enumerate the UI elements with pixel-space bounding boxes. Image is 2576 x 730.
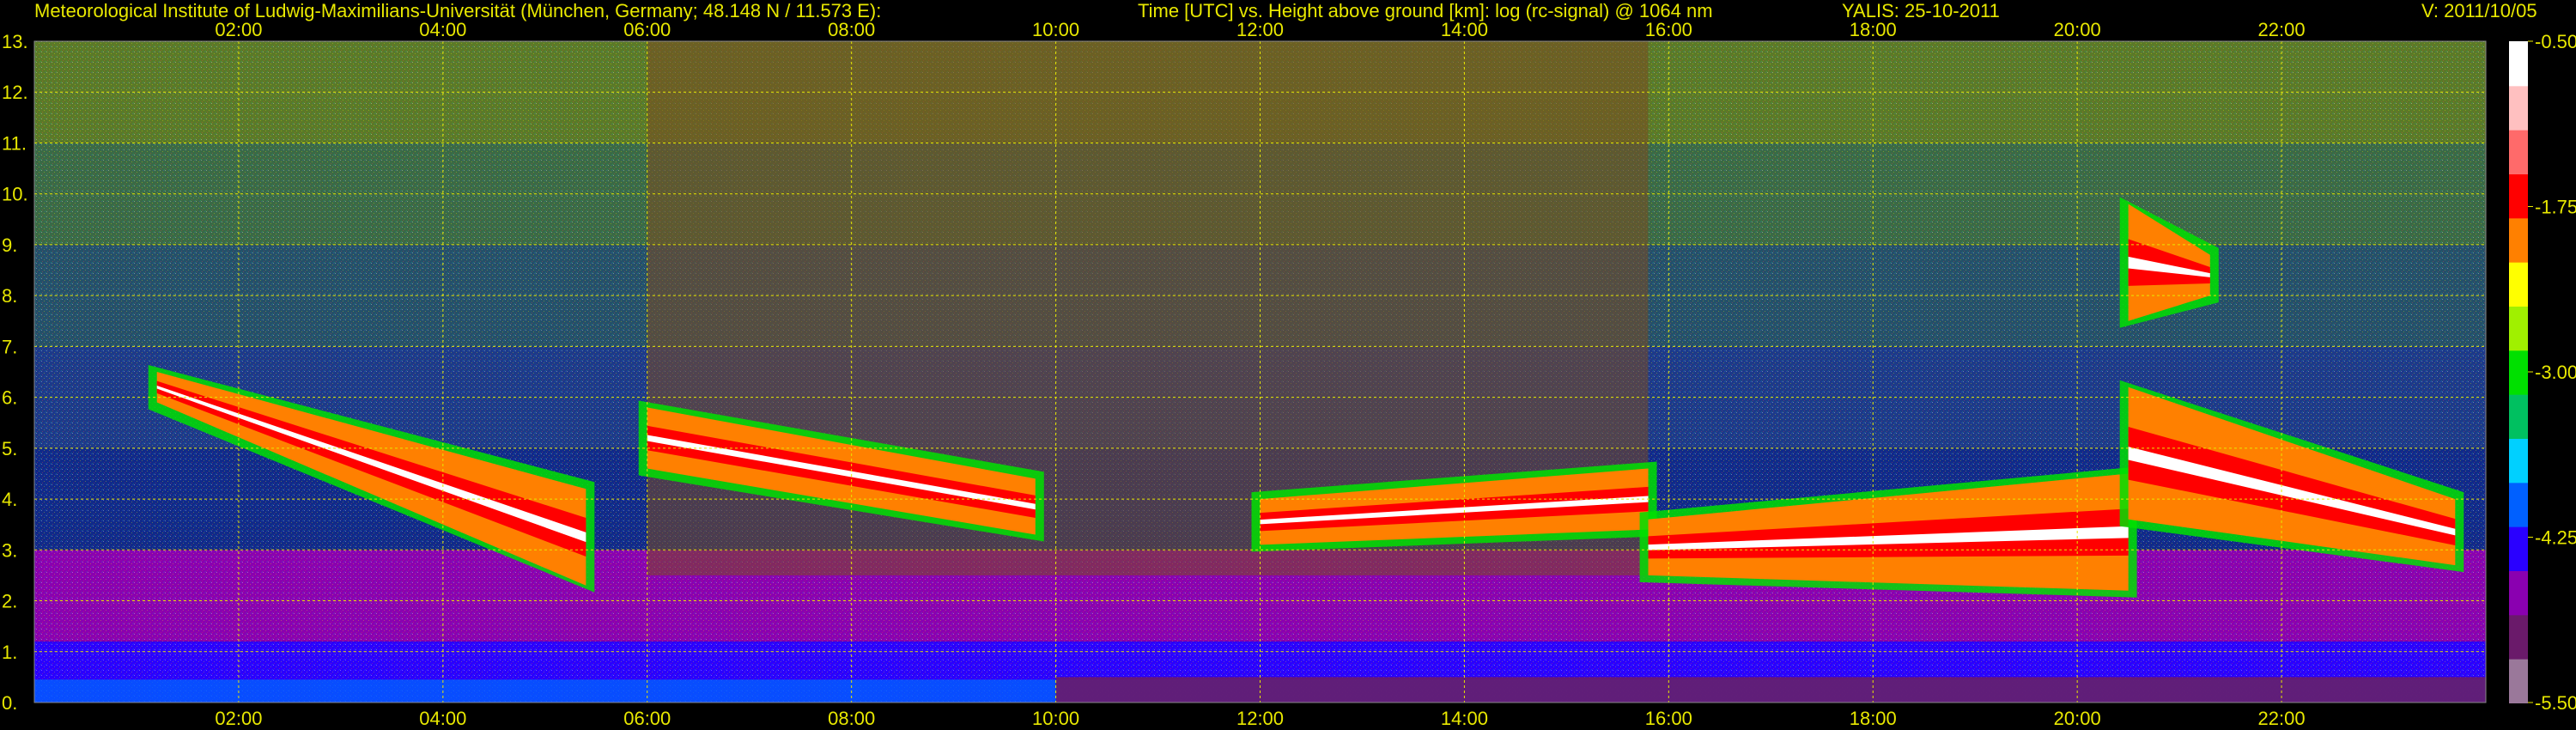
x-tick-label-top: 08:00: [828, 19, 875, 40]
colorbar-tick-label: -4.25: [2535, 527, 2576, 549]
x-tick-label-bottom: 12:00: [1236, 708, 1284, 729]
x-tick-label-bottom: 06:00: [623, 708, 671, 729]
x-tick-label-top: 22:00: [2258, 19, 2306, 40]
y-tick-label: 5.: [2, 438, 17, 459]
y-tick-label: 11.: [2, 132, 27, 154]
x-tick-label-top: 06:00: [623, 19, 671, 40]
colorbar-swatch: [2509, 173, 2528, 219]
colorbar-swatch: [2509, 526, 2528, 571]
x-tick-label-top: 02:00: [215, 19, 262, 40]
colorbar-tick-label: -1.75: [2535, 197, 2576, 218]
y-tick-label: 1.: [2, 642, 17, 663]
x-tick-label-top: 16:00: [1645, 19, 1692, 40]
x-tick-label-bottom: 18:00: [1850, 708, 1897, 729]
colorbar-swatch: [2509, 658, 2528, 703]
y-tick-label: 6.: [2, 387, 17, 409]
y-tick-label: 4.: [2, 489, 17, 510]
colorbar-swatch: [2509, 438, 2528, 484]
x-tick-label-bottom: 14:00: [1441, 708, 1488, 729]
y-tick-label: 7.: [2, 336, 17, 357]
y-tick-label: 13.: [2, 31, 28, 52]
x-tick-label-top: 12:00: [1236, 19, 1284, 40]
x-tick-label-top: 10:00: [1032, 19, 1079, 40]
colorbar-swatch: [2509, 393, 2528, 439]
x-tick-label-top: 04:00: [419, 19, 466, 40]
colorbar-swatch: [2509, 41, 2528, 87]
colorbar-swatch: [2509, 306, 2528, 351]
x-tick-label-bottom: 08:00: [828, 708, 875, 729]
y-tick-label: 0.: [2, 692, 17, 714]
colorbar-swatch: [2509, 129, 2528, 174]
x-tick-label-bottom: 22:00: [2258, 708, 2306, 729]
colorbar-swatch: [2509, 350, 2528, 395]
colorbar-swatch: [2509, 614, 2528, 660]
y-tick-label: 2.: [2, 591, 17, 612]
colorbar: -0.50 -1.75 -3.00 -4.25 -5.50: [2509, 31, 2576, 714]
x-tick-label-bottom: 20:00: [2054, 708, 2101, 729]
lidar-chart: 02:00 02:00 04:00 04:00 06:00 06:00 08:00 08:00…: [2, 19, 2576, 729]
x-tick-label-bottom: 10:00: [1032, 708, 1079, 729]
y-tick-label: 8.: [2, 285, 17, 307]
y-tick-label: 3.: [2, 539, 17, 561]
x-tick-label-top: 18:00: [1850, 19, 1897, 40]
colorbar-swatch: [2509, 261, 2528, 307]
x-tick-label-bottom: 02:00: [215, 708, 262, 729]
colorbar-tick-label: -5.50: [2535, 692, 2576, 714]
x-tick-label-bottom: 04:00: [419, 708, 466, 729]
boundary-layer-evening: [1055, 677, 2486, 703]
y-tick-label: 10.: [2, 184, 28, 205]
x-tick-label-top: 14:00: [1441, 19, 1488, 40]
y-tick-label: 12.: [2, 82, 28, 103]
colorbar-tick-label: -3.00: [2535, 362, 2576, 383]
x-tick-label-bottom: 16:00: [1645, 708, 1692, 729]
colorbar-swatch: [2509, 482, 2528, 527]
colorbar-swatch: [2509, 85, 2528, 131]
y-tick-label: 9.: [2, 234, 17, 256]
x-tick-label-top: 20:00: [2054, 19, 2101, 40]
colorbar-swatch: [2509, 570, 2528, 616]
colorbar-tick-label: -0.50: [2535, 31, 2576, 52]
colorbar-swatch: [2509, 217, 2528, 263]
